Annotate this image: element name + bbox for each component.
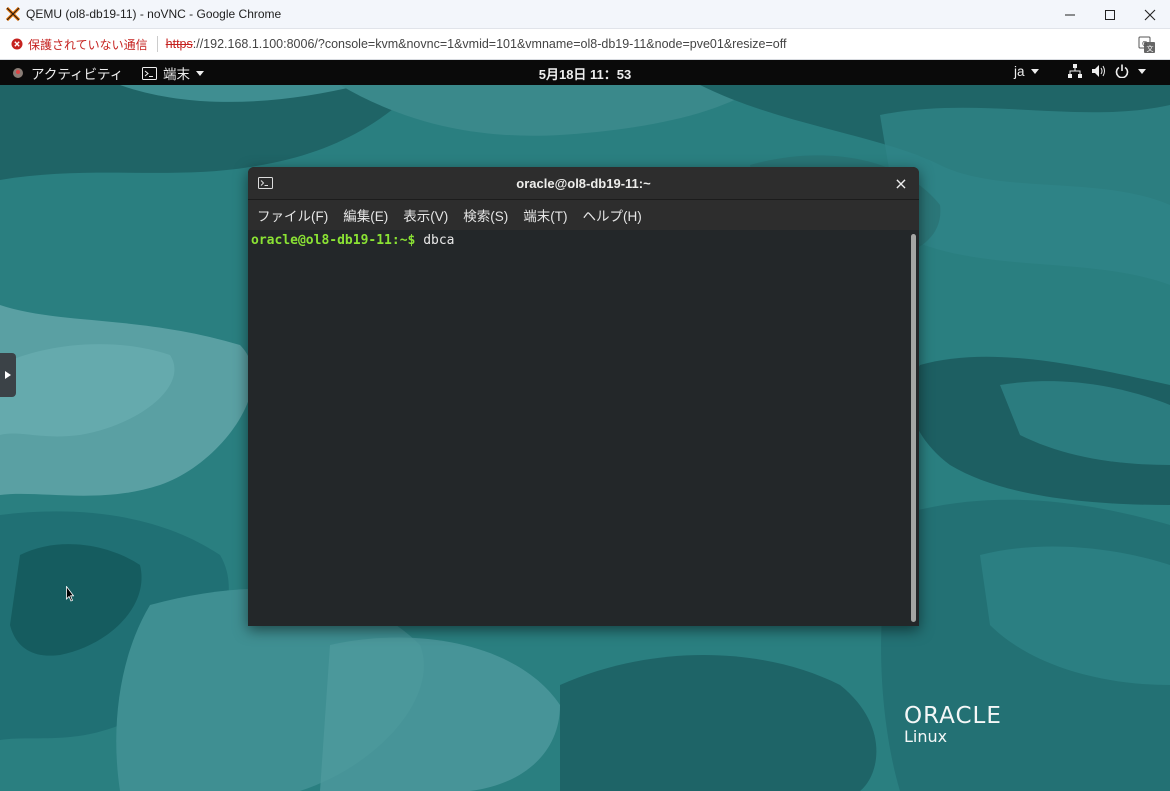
terminal-header[interactable]: oracle@ol8-db19-11:~ ×	[248, 167, 919, 200]
security-label[interactable]: 保護されていない通信	[28, 36, 148, 53]
translate-icon[interactable]: G 文	[1138, 36, 1156, 54]
novnc-handle-icon	[5, 371, 11, 379]
novnc-sidebar-handle[interactable]	[0, 353, 16, 397]
input-method-button[interactable]: ja	[1014, 64, 1039, 79]
logo-sub: Linux	[904, 727, 948, 746]
chevron-down-icon	[1138, 68, 1146, 74]
url-scheme: https	[165, 37, 193, 51]
minimize-icon	[1065, 14, 1075, 15]
shell-prompt: oracle@ol8-db19-11:~$	[251, 233, 416, 248]
system-status-menu[interactable]	[1068, 64, 1146, 78]
url-rest: ://192.168.1.100:8006/?console=kvm&novnc…	[192, 37, 787, 51]
terminal-line: oracle@ol8-db19-11:~$ dbca	[251, 233, 455, 248]
terminal-menubar: ファイル(F) 編集(E) 表示(V) 検索(S) 端末(T) ヘルプ(H)	[248, 200, 919, 230]
menu-terminal[interactable]: 端末(T)	[523, 205, 567, 225]
url-text[interactable]: https://192.168.1.100:8006/?console=kvm&…	[166, 37, 787, 51]
menu-view[interactable]: 表示(V)	[403, 205, 448, 225]
minimize-button[interactable]	[1050, 0, 1090, 29]
insecure-icon[interactable]	[11, 38, 23, 50]
power-icon	[1115, 64, 1129, 78]
clock[interactable]: 5月18日 11：53	[539, 67, 632, 82]
oracle-linux-logo: ORACLE Linux	[904, 703, 1002, 746]
terminal-body[interactable]: oracle@ol8-db19-11:~$ dbca	[248, 230, 919, 626]
menu-search[interactable]: 検索(S)	[463, 205, 508, 225]
menu-file[interactable]: ファイル(F)	[257, 205, 328, 225]
terminal-title: oracle@ol8-db19-11:~	[516, 176, 651, 191]
logo-word: ORACLE	[904, 703, 1002, 729]
close-icon	[1144, 9, 1156, 20]
menu-edit[interactable]: 編集(E)	[343, 205, 388, 225]
menu-help[interactable]: ヘルプ(H)	[583, 205, 642, 225]
terminal-close-button[interactable]: ×	[893, 174, 909, 193]
input-lang: ja	[1014, 64, 1025, 79]
gnome-top-bar: アクティビティ 端末 5月18日 11：53 ja	[0, 60, 1170, 85]
terminal-window[interactable]: oracle@ol8-db19-11:~ × ファイル(F) 編集(E) 表示(…	[248, 167, 919, 626]
cursor-icon	[66, 586, 74, 602]
maximize-icon	[1105, 9, 1115, 20]
address-bar[interactable]: 保護されていない通信 https://192.168.1.100:8006/?c…	[0, 29, 1170, 60]
svg-text:文: 文	[1147, 44, 1154, 53]
maximize-button[interactable]	[1090, 0, 1130, 29]
close-window-button[interactable]	[1130, 0, 1170, 29]
volume-icon	[1092, 65, 1105, 77]
clock-container: 5月18日 11：53	[0, 64, 1170, 83]
proxmox-icon	[6, 7, 20, 21]
address-separator	[156, 36, 158, 52]
window-title: QEMU (ol8-db19-11) - noVNC - Google Chro…	[26, 7, 282, 21]
network-icon	[1068, 64, 1082, 78]
shell-command: dbca	[415, 233, 455, 248]
browser-titlebar: QEMU (ol8-db19-11) - noVNC - Google Chro…	[0, 0, 1170, 29]
terminal-scrollbar[interactable]	[911, 234, 916, 622]
chevron-down-icon	[1030, 69, 1039, 74]
